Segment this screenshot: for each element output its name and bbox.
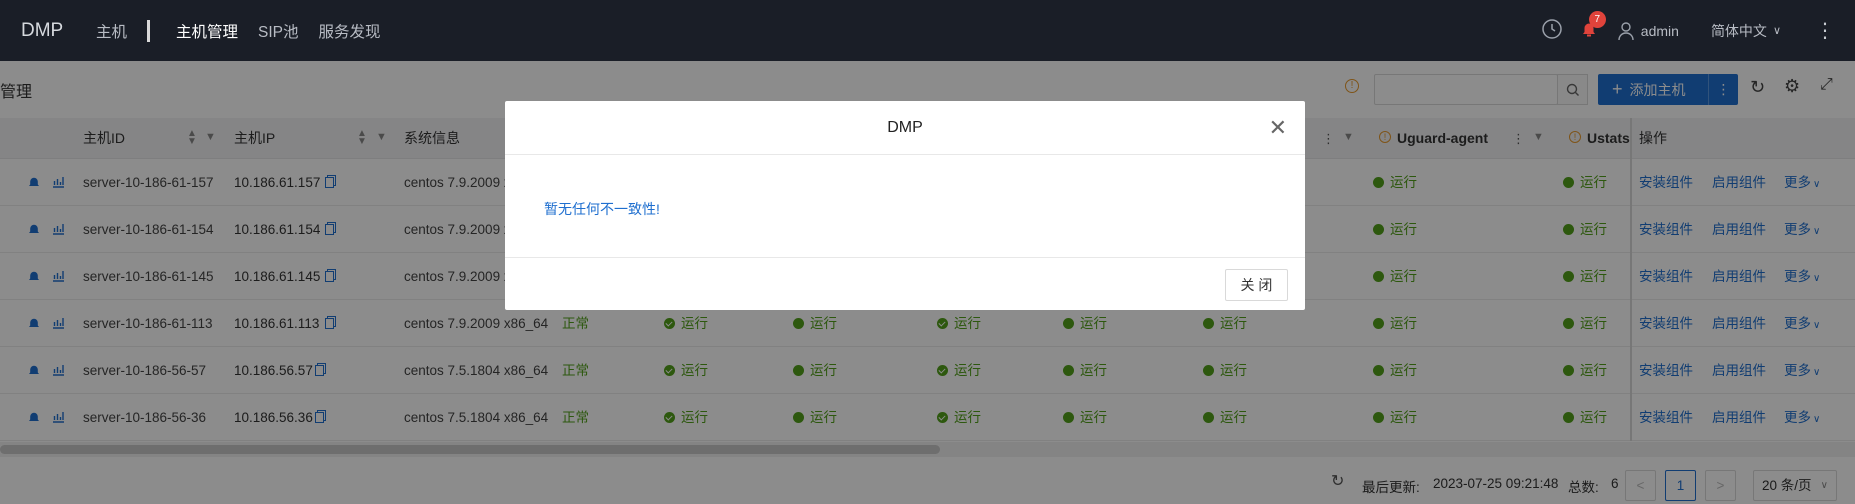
modal-footer: 关 闭 (505, 258, 1305, 310)
history-icon[interactable] (1541, 18, 1563, 43)
modal-body: 暂无任何不一致性! (505, 155, 1305, 258)
nav-item-service-discovery[interactable]: 服务发现 (319, 20, 381, 42)
language-label: 简体中文 (1710, 22, 1767, 39)
notification-bell[interactable]: 7 (1579, 11, 1606, 42)
nav-separator (147, 19, 151, 42)
user-menu[interactable]: admin (1617, 21, 1679, 41)
close-button[interactable]: 关 闭 (1225, 269, 1288, 301)
modal-header: DMP ✕ (505, 101, 1305, 155)
app-logo[interactable]: DMP (21, 20, 96, 42)
modal-dialog: DMP ✕ 暂无任何不一致性! 关 闭 (505, 101, 1305, 310)
user-name: admin (1640, 22, 1679, 39)
close-icon[interactable]: ✕ (1269, 101, 1287, 155)
nav-item-sip-pool[interactable]: SIP池 (258, 20, 298, 42)
top-navbar: DMP 主机 主机管理 SIP池 服务发现 7 admin 简体中文 ∨ ⋮ (0, 0, 1855, 61)
more-vertical-icon[interactable]: ⋮ (1815, 21, 1835, 41)
modal-title: DMP (887, 119, 923, 136)
top-right-tools: 7 admin 简体中文 ∨ ⋮ (1541, 0, 1855, 61)
user-icon (1618, 21, 1634, 40)
nav-item-host-management[interactable]: 主机管理 (176, 20, 238, 42)
modal-message: 暂无任何不一致性! (544, 201, 660, 217)
nav-item-host[interactable]: 主机 (96, 20, 127, 42)
top-nav: 主机 主机管理 SIP池 服务发现 (96, 19, 401, 42)
chevron-down-icon: ∨ (1772, 25, 1781, 37)
notification-badge: 7 (1588, 11, 1606, 28)
language-select[interactable]: 简体中文 ∨ (1711, 21, 1781, 41)
